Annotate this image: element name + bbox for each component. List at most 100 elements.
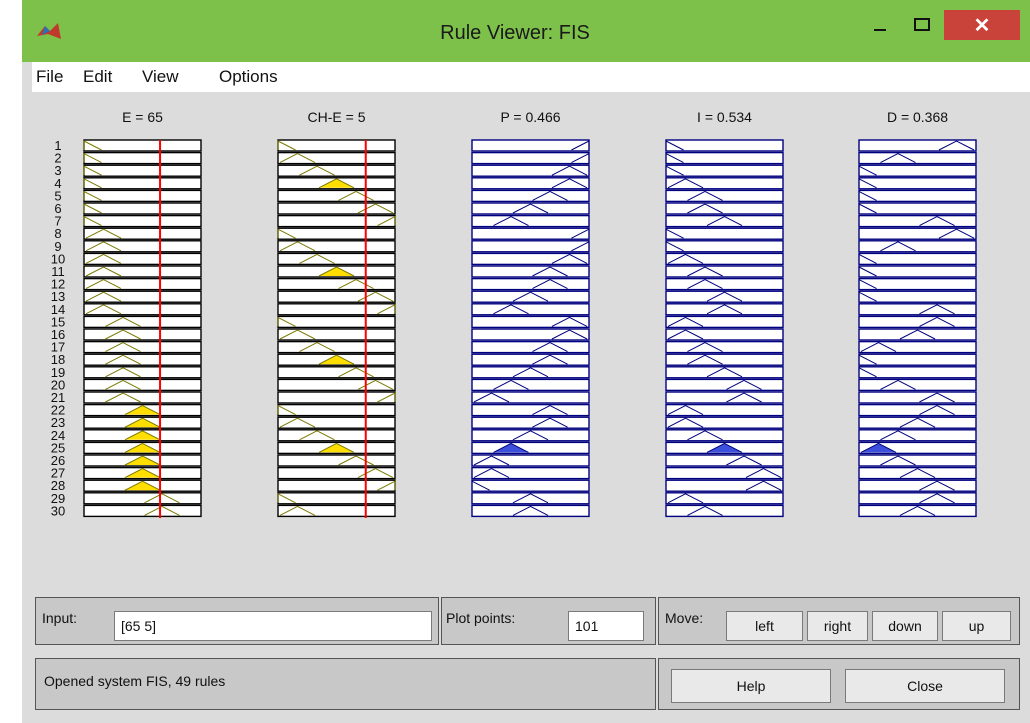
rule-cell: [83, 366, 202, 379]
help-close-panel: Help Close: [658, 658, 1020, 710]
rule-cell: [83, 189, 202, 203]
rule-cell: [858, 403, 977, 417]
rule-cell: [83, 492, 202, 505]
rule-cell: [858, 303, 977, 316]
rule-cell: [471, 441, 590, 455]
close-window-button[interactable]: ✕: [944, 10, 1020, 40]
rule-cell: [471, 504, 590, 518]
rule-cell: [471, 214, 590, 228]
rule-cell: [277, 303, 396, 316]
rule-cell: [83, 328, 202, 341]
rule-cell: [277, 429, 396, 442]
rule-cell: [858, 353, 977, 366]
rule-cell: [471, 151, 590, 165]
rule-cell: [665, 151, 784, 165]
rule-cell: [471, 202, 590, 215]
rule-cell: [277, 189, 396, 203]
close-button[interactable]: Close: [845, 669, 1005, 703]
input-panel: Input: [65 5]: [35, 597, 439, 645]
rule-cell: [277, 391, 396, 404]
rule-cell: [665, 454, 784, 467]
plot-points-panel: Plot points: 101: [441, 597, 656, 645]
menu-edit[interactable]: Edit: [83, 62, 112, 92]
rule-cell: [471, 429, 590, 442]
rule-cell: [858, 466, 977, 480]
maximize-button[interactable]: [902, 10, 942, 40]
rule-cell: [83, 202, 202, 215]
rule-cell: [83, 164, 202, 177]
rule-cell: [858, 252, 977, 266]
rule-cell: [277, 492, 396, 505]
rule-cell: [471, 277, 590, 291]
rule-plots-area: E = 65 CH-E = 5 P = 0.466 I = 0.534 D = 0.36…: [32, 92, 1030, 595]
rule-cell: [858, 454, 977, 467]
rule-cell: [665, 290, 784, 303]
rule-cell: [858, 189, 977, 203]
rule-cell: [858, 492, 977, 505]
move-panel: Move: left right down up: [658, 597, 1020, 645]
rule-cell: [277, 164, 396, 177]
rule-cell: [858, 479, 977, 492]
rule-cell: [471, 340, 590, 354]
minimize-icon: [874, 29, 886, 31]
status-text: Opened system FIS, 49 rules: [44, 673, 226, 689]
close-icon: ✕: [973, 14, 991, 37]
rule-cell: [665, 265, 784, 278]
rule-cell: [471, 227, 590, 240]
minimize-button[interactable]: [860, 10, 900, 40]
column-label: E = 65: [122, 109, 163, 125]
rule-cell: [277, 366, 396, 379]
status-panel: Opened system FIS, 49 rules: [35, 658, 656, 710]
rule-cell: [471, 479, 590, 492]
rule-cell: [277, 277, 396, 291]
rule-cell: [277, 454, 396, 467]
rule-cell: [83, 391, 202, 404]
move-left-button[interactable]: left: [726, 611, 803, 641]
rule-cell: [471, 492, 590, 505]
rule-cell: [665, 366, 784, 379]
rule-cell: [471, 139, 590, 152]
rule-cell: [471, 265, 590, 278]
menu-view[interactable]: View: [142, 62, 179, 92]
rule-cell: [83, 151, 202, 165]
input-label: Input:: [42, 610, 78, 626]
rule-cell: [858, 177, 977, 190]
plot-points-field[interactable]: 101: [568, 611, 644, 641]
rule-cell: [858, 202, 977, 215]
rule-cell: [83, 504, 202, 518]
rule-cell: [665, 164, 784, 177]
rule-cell: [858, 378, 977, 392]
rule-cell: [471, 366, 590, 379]
help-button[interactable]: Help: [671, 669, 831, 703]
rule-cell: [858, 151, 977, 165]
rule-cell: [83, 315, 202, 329]
rule-cell: [665, 189, 784, 203]
rule-cell: [858, 504, 977, 518]
move-down-button[interactable]: down: [872, 611, 938, 641]
rule-cell: [277, 252, 396, 266]
rule-cell: [277, 227, 396, 240]
column-label: P = 0.466: [500, 109, 560, 125]
rule-number: 30: [51, 503, 65, 518]
menu-file[interactable]: File: [36, 62, 63, 92]
rule-cell: [277, 315, 396, 329]
input-field[interactable]: [65 5]: [114, 611, 432, 641]
rule-cell: [471, 403, 590, 417]
menu-options[interactable]: Options: [219, 62, 278, 92]
rule-cell: [665, 277, 784, 291]
move-up-button[interactable]: up: [942, 611, 1011, 641]
rule-cell: [665, 214, 784, 228]
rule-cell: [83, 353, 202, 366]
rule-cell: [471, 303, 590, 316]
rule-cell: [83, 177, 202, 190]
column-label: I = 0.534: [697, 109, 752, 125]
rule-cell: [471, 189, 590, 203]
rule-cell: [471, 290, 590, 303]
move-right-button[interactable]: right: [807, 611, 868, 641]
rule-cell: [665, 340, 784, 354]
rule-cell: [277, 479, 396, 492]
rule-cell: [665, 202, 784, 215]
move-label: Move:: [665, 610, 704, 626]
rule-cell: [277, 214, 396, 228]
column-label: CH-E = 5: [308, 109, 366, 125]
